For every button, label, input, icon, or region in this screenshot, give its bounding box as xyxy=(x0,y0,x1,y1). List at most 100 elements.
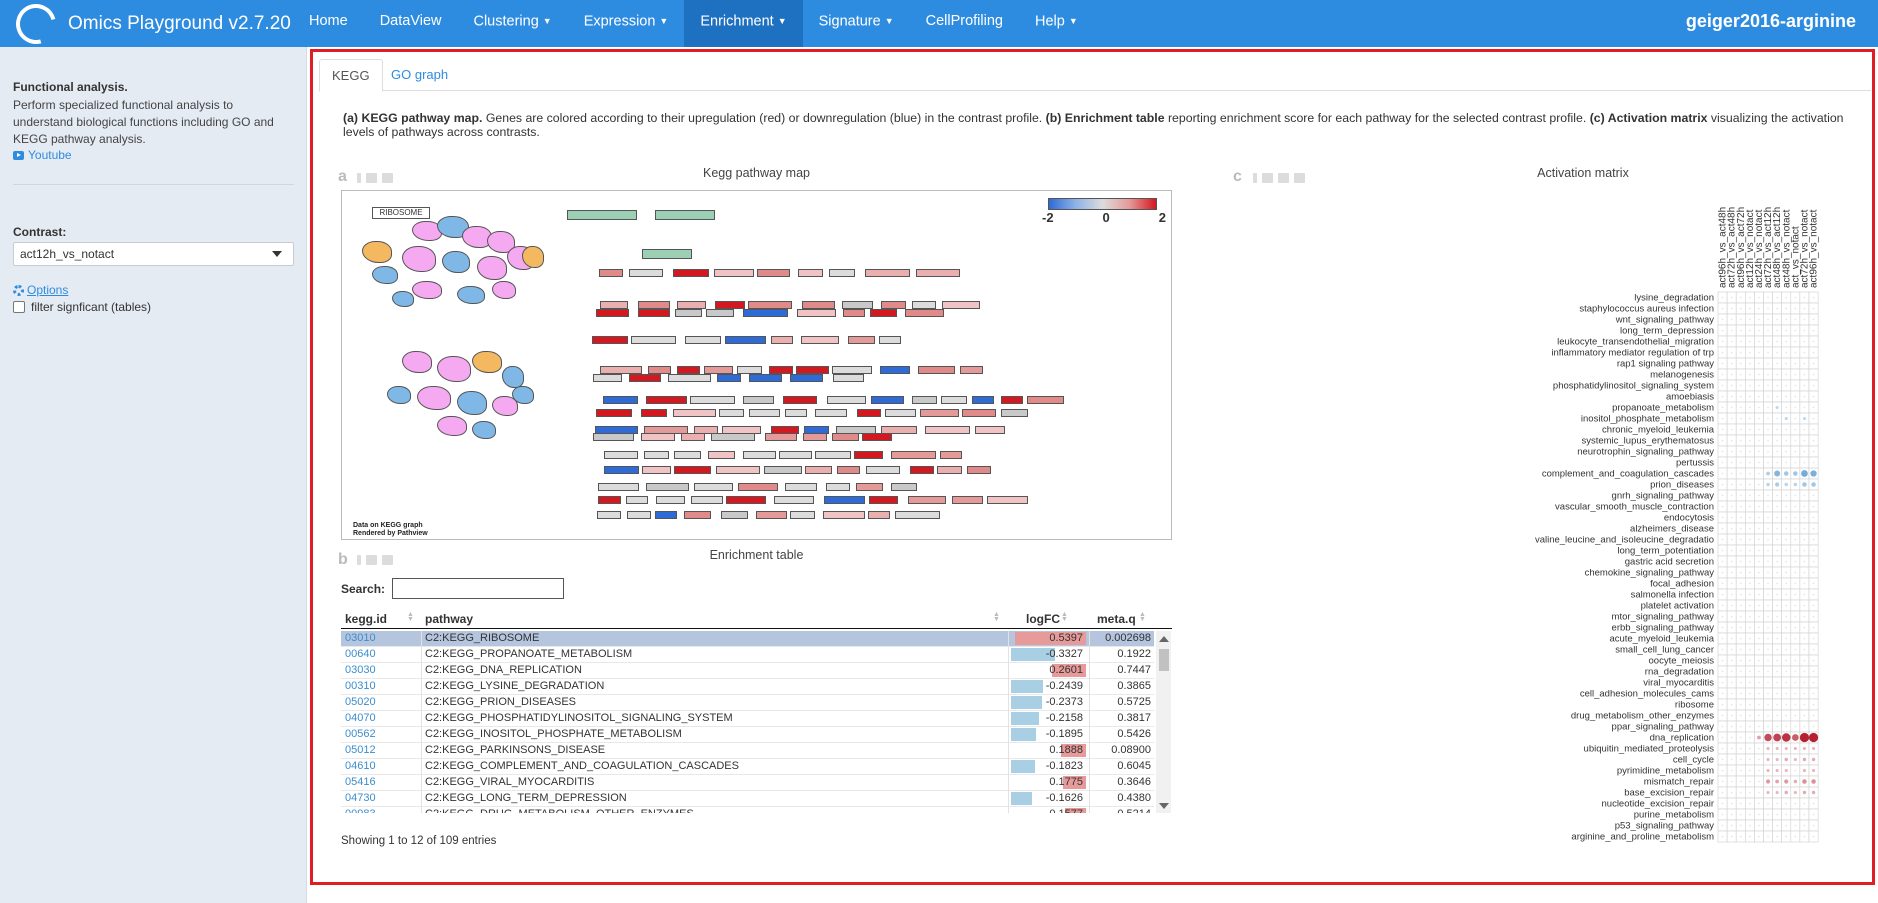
sort-icon[interactable]: ▲ ▼ xyxy=(1061,611,1068,623)
kegg-id-link[interactable]: 00310 xyxy=(345,679,376,694)
matrix-dot xyxy=(1739,527,1742,530)
nav-enrichment[interactable]: Enrichment ▼ xyxy=(684,0,803,47)
matrix-dot xyxy=(1739,747,1742,750)
gene-box xyxy=(646,396,687,404)
nav-clustering[interactable]: Clustering ▼ xyxy=(457,0,567,47)
download-icon[interactable] xyxy=(1278,173,1289,183)
tab-go-graph[interactable]: GO graph xyxy=(379,59,460,92)
matrix-dot xyxy=(1776,340,1778,343)
table-row[interactable]: 05416 C2:KEGG_VIRAL_MYOCARDITIS 0.1775 0.36… xyxy=(341,775,1154,791)
contrast-select[interactable]: act12h_vs_notact xyxy=(13,242,294,266)
table-row[interactable]: 03010 C2:KEGG_RIBOSOME 0.5397 0.002698 xyxy=(341,631,1154,647)
filter-significant-checkbox[interactable] xyxy=(13,301,25,313)
matrix-dot xyxy=(1775,768,1779,773)
matrix-dot xyxy=(1767,406,1769,409)
table-row[interactable]: 04610 C2:KEGG_COMPLEMENT_AND_COAGULATION_… xyxy=(341,759,1154,775)
youtube-link[interactable]: Youtube xyxy=(13,148,72,162)
sort-icon[interactable]: ▲ ▼ xyxy=(993,611,1000,623)
table-row[interactable]: 00640 C2:KEGG_PROPANOATE_METABOLISM -0.332… xyxy=(341,647,1154,663)
col-pathway[interactable]: pathway xyxy=(425,612,473,626)
matrix-dot xyxy=(1812,670,1815,673)
nav-signature[interactable]: Signature ▼ xyxy=(803,0,910,47)
nav-cellprofiling[interactable]: CellProfiling xyxy=(910,0,1019,47)
matrix-dot xyxy=(1785,428,1788,431)
table-row[interactable]: 04730 C2:KEGG_LONG_TERM_DEPRESSION -0.1626… xyxy=(341,791,1154,807)
table-row[interactable]: 00310 C2:KEGG_LYSINE_DEGRADATION -0.2439 0.… xyxy=(341,679,1154,695)
matrix-dot xyxy=(1794,406,1797,409)
nav-expression[interactable]: Expression ▼ xyxy=(568,0,685,47)
table-search-input[interactable] xyxy=(392,578,564,599)
gene-box xyxy=(627,511,651,519)
nav-dataview[interactable]: DataView xyxy=(364,0,458,47)
desc-a-bold: (a) KEGG pathway map. xyxy=(343,111,483,125)
kegg-id-link[interactable]: 00640 xyxy=(345,647,376,662)
matrix-row-label: viral_myocarditis xyxy=(1643,678,1714,689)
matrix-dot xyxy=(1784,482,1788,487)
gene-box xyxy=(891,483,917,491)
matrix-dot xyxy=(1776,637,1778,640)
matrix-dot xyxy=(1783,471,1789,476)
brand[interactable]: Omics Playground v2.7.20 xyxy=(8,0,291,51)
matrix-dot xyxy=(1803,692,1806,695)
kegg-id-link[interactable]: 04730 xyxy=(345,791,376,806)
kegg-id-link[interactable]: 03030 xyxy=(345,663,376,678)
matrix-dot xyxy=(1775,779,1780,784)
matrix-dot xyxy=(1776,505,1778,508)
sort-icon[interactable]: ▲ ▼ xyxy=(1139,611,1146,623)
kegg-id-link[interactable]: 05416 xyxy=(345,775,376,790)
kegg-id-link[interactable]: 04070 xyxy=(345,711,376,726)
kegg-id-link[interactable]: 03010 xyxy=(345,631,376,646)
tab-kegg[interactable]: KEGG xyxy=(319,59,383,92)
col-kegg-id[interactable]: kegg.id xyxy=(345,612,387,626)
kegg-id-link[interactable]: 00983 xyxy=(345,807,376,813)
info-icon[interactable] xyxy=(1253,173,1257,183)
fullscreen-icon[interactable] xyxy=(1294,173,1305,183)
kegg-pathway-map[interactable]: RIBOSOME -2 0 2 Data on KEGG graph Rende… xyxy=(341,190,1172,540)
gene-box xyxy=(674,451,701,459)
gene-box xyxy=(843,309,865,317)
table-scrollbar[interactable] xyxy=(1156,631,1171,813)
nav-help[interactable]: Help ▼ xyxy=(1019,0,1094,47)
kegg-id-link[interactable]: 05020 xyxy=(345,695,376,710)
ribosome-subunit-shape xyxy=(472,351,502,373)
table-row[interactable]: 00562 C2:KEGG_INOSITOL_PHOSPHATE_METABOLI… xyxy=(341,727,1154,743)
matrix-row-label: focal_adhesion xyxy=(1650,579,1714,590)
table-row[interactable]: 05020 C2:KEGG_PRION_DISEASES -0.2373 0.5725 xyxy=(341,695,1154,711)
contrast-label: Contrast: xyxy=(13,225,67,239)
matrix-dot xyxy=(1730,439,1733,442)
nav-home[interactable]: Home xyxy=(293,0,364,47)
matrix-dot xyxy=(1803,538,1806,541)
gear-icon xyxy=(13,284,24,296)
gene-box xyxy=(599,269,623,277)
kegg-id-link[interactable]: 05012 xyxy=(345,743,376,758)
scroll-thumb[interactable] xyxy=(1159,649,1169,671)
kegg-id-link[interactable]: 00562 xyxy=(345,727,376,742)
matrix-dot xyxy=(1721,373,1724,376)
matrix-dot xyxy=(1812,428,1815,431)
gene-box xyxy=(829,269,855,277)
col-metaq[interactable]: meta.q xyxy=(1097,612,1136,626)
table-row[interactable]: 00983 C2:KEGG_DRUG_METABOLISM_OTHER_ENZYM… xyxy=(341,807,1154,813)
scroll-down-icon[interactable] xyxy=(1159,803,1169,809)
table-row[interactable]: 04070 C2:KEGG_PHOSPHATIDYLINOSITOL_SIGNAL… xyxy=(341,711,1154,727)
matrix-dot xyxy=(1812,615,1815,618)
options-link[interactable]: Options xyxy=(13,283,68,297)
top-navbar: Omics Playground v2.7.20 Home DataView Clu… xyxy=(0,0,1878,51)
kegg-id-link[interactable]: 04610 xyxy=(345,759,376,774)
matrix-dot xyxy=(1785,582,1788,585)
sort-icon[interactable]: ▲ ▼ xyxy=(407,611,414,623)
matrix-dot xyxy=(1721,340,1724,343)
settings-icon[interactable] xyxy=(1262,173,1273,183)
col-logfc[interactable]: logFC xyxy=(1026,612,1060,626)
table-row[interactable]: 05012 C2:KEGG_PARKINSONS_DISEASE 0.1888 0.0… xyxy=(341,743,1154,759)
logfc-value: -0.2373 xyxy=(1045,696,1083,708)
table-row[interactable]: 03030 C2:KEGG_DNA_REPLICATION 0.2601 0.7447 xyxy=(341,663,1154,679)
matrix-dot xyxy=(1794,703,1797,706)
filter-significant-row[interactable]: filter signficant (tables) xyxy=(13,300,151,314)
matrix-dot xyxy=(1730,329,1733,332)
gene-box xyxy=(940,451,962,459)
scroll-up-icon[interactable] xyxy=(1159,636,1169,642)
matrix-dot xyxy=(1721,791,1724,794)
activation-matrix[interactable]: act96h_vs_act48hact72h_vs_act48hact96h_v… xyxy=(1503,192,1863,882)
matrix-dot xyxy=(1803,527,1806,530)
